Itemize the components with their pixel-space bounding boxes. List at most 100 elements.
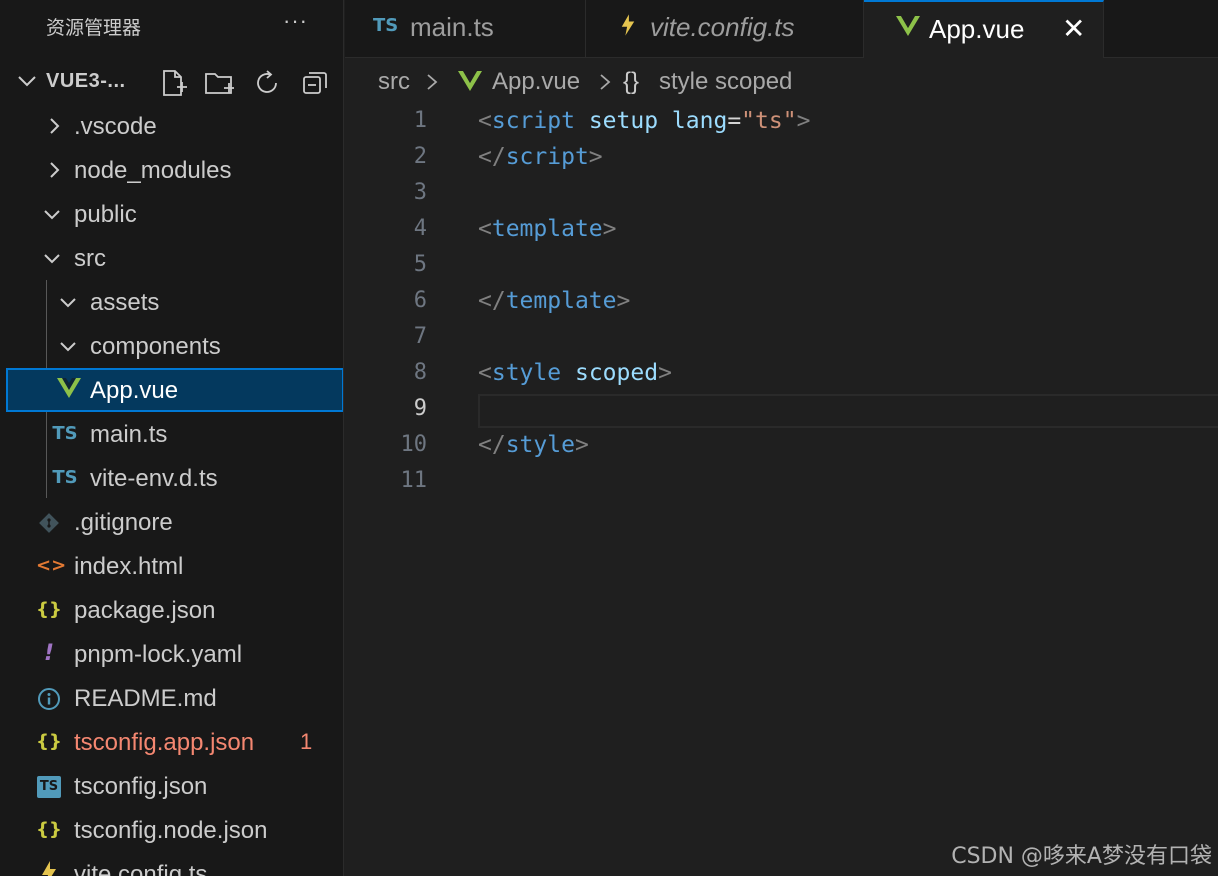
new-folder-icon[interactable]	[204, 68, 234, 98]
tree-item-label: .vscode	[74, 113, 157, 140]
tree-folder-components[interactable]: components	[0, 324, 343, 368]
code-token: lang	[671, 108, 728, 134]
collapse-all-icon[interactable]	[300, 68, 330, 98]
braces-icon: {}	[623, 68, 640, 95]
code-text: </style>	[478, 432, 589, 458]
code-token: >	[658, 360, 672, 386]
vue-icon	[896, 16, 920, 36]
tab-label: vite.config.ts	[650, 12, 795, 42]
code-token: </	[478, 288, 506, 314]
close-icon[interactable]: ✕	[1062, 12, 1085, 45]
json-icon: {}	[36, 731, 62, 752]
watermark: CSDN @哆来A梦没有口袋	[951, 844, 1212, 869]
line-number: 6	[413, 288, 427, 313]
code-line[interactable]: 11	[345, 466, 1218, 502]
code-line[interactable]: 2 </script>	[345, 142, 1218, 178]
code-text: <template>	[478, 216, 617, 242]
code-token: >	[796, 108, 811, 134]
tree-file-tsconfig-app[interactable]: {} tsconfig.app.json 1	[0, 720, 343, 764]
code-line[interactable]: 3	[345, 178, 1218, 214]
chevron-down-icon	[44, 210, 60, 220]
breadcrumb-symbol[interactable]: style scoped	[659, 68, 792, 96]
code-line[interactable]: 6 </template>	[345, 286, 1218, 322]
typescript-icon: TS	[373, 15, 399, 36]
json-icon: {}	[36, 819, 62, 840]
more-actions-icon[interactable]: ···	[283, 8, 308, 34]
tree-item-label: package.json	[74, 597, 216, 624]
json-icon: {}	[36, 599, 62, 620]
explorer-title: 资源管理器	[46, 17, 142, 39]
current-line-highlight	[478, 394, 1218, 428]
code-token: >	[602, 216, 617, 242]
tree-item-label: tsconfig.app.json	[74, 729, 255, 756]
code-token: template	[491, 216, 603, 242]
code-token: =	[727, 108, 742, 134]
tree-folder-vscode[interactable]: .vscode	[0, 104, 343, 148]
code-token: script	[491, 108, 575, 134]
chevron-down-icon	[60, 298, 76, 308]
tree-file-package-json[interactable]: {} package.json	[0, 588, 343, 632]
typescript-icon: TS	[52, 467, 78, 488]
tab-label: main.ts	[410, 12, 494, 42]
chevron-down-icon	[44, 254, 60, 264]
project-name: VUE3-...	[46, 70, 126, 92]
code-editor[interactable]: 1 <script setup lang="ts"> 2 </script> 3 4 <te…	[345, 106, 1218, 876]
tree-item-label: index.html	[74, 553, 184, 580]
tree-file-gitignore[interactable]: .gitignore	[0, 500, 343, 544]
code-token: style	[491, 360, 562, 386]
code-token: script	[505, 144, 589, 170]
code-line[interactable]: 7	[345, 322, 1218, 358]
tree-item-label: public	[74, 201, 137, 228]
tree-file-tsconfig-node[interactable]: {} tsconfig.node.json	[0, 808, 343, 852]
tab-app-vue[interactable]: App.vue ✕	[864, 0, 1104, 58]
breadcrumb-folder[interactable]: src	[378, 68, 410, 96]
code-text: <style scoped>	[478, 360, 672, 386]
yaml-icon: !	[43, 641, 55, 666]
code-line[interactable]: 10 </style>	[345, 430, 1218, 466]
code-line[interactable]: 8 <style scoped>	[345, 358, 1218, 394]
code-token: >	[588, 144, 603, 170]
tree-file-index-html[interactable]: <> index.html	[0, 544, 343, 588]
line-number: 9	[413, 396, 427, 421]
lightning-icon	[42, 861, 56, 876]
code-token: "ts"	[741, 108, 797, 134]
code-token: <	[478, 360, 492, 386]
project-header[interactable]: VUE3-...	[0, 60, 343, 104]
tree-item-label: tsconfig.node.json	[74, 817, 268, 844]
tree-file-vite-config[interactable]: vite.config.ts	[0, 852, 343, 876]
breadcrumb-file[interactable]: App.vue	[492, 68, 580, 96]
code-line[interactable]: 9	[345, 394, 1218, 430]
code-token: <	[478, 108, 492, 134]
line-number: 7	[413, 324, 427, 349]
tree-file-pnpm-lock[interactable]: ! pnpm-lock.yaml	[0, 632, 343, 676]
code-token: </	[478, 144, 506, 170]
tree-item-label: App.vue	[90, 377, 179, 404]
line-number: 4	[413, 216, 427, 241]
code-line[interactable]: 4 <template>	[345, 214, 1218, 250]
tree-item-label: vite-env.d.ts	[90, 465, 218, 492]
tree-folder-src[interactable]: src	[0, 236, 343, 280]
chevron-right-icon	[600, 74, 611, 90]
line-number: 5	[413, 252, 427, 277]
problem-count-badge: 1	[300, 729, 313, 754]
tree-folder-assets[interactable]: assets	[0, 280, 343, 324]
refresh-icon[interactable]	[252, 68, 282, 98]
new-file-icon[interactable]	[158, 68, 188, 98]
tree-item-label: src	[74, 245, 106, 272]
tree-file-tsconfig[interactable]: TS tsconfig.json	[0, 764, 343, 808]
code-line[interactable]: 5	[345, 250, 1218, 286]
tree-file-readme[interactable]: README.md	[0, 676, 343, 720]
tree-folder-public[interactable]: public	[0, 192, 343, 236]
line-number: 11	[400, 468, 428, 493]
tab-main-ts[interactable]: TS main.ts	[345, 0, 586, 58]
tree-folder-node-modules[interactable]: node_modules	[0, 148, 343, 192]
code-line[interactable]: 1 <script setup lang="ts">	[345, 106, 1218, 142]
tree-file-app-vue[interactable]: App.vue	[6, 368, 343, 412]
tree-file-main-ts[interactable]: TS main.ts	[0, 412, 343, 456]
tab-vite-config[interactable]: vite.config.ts	[586, 0, 864, 58]
tree-file-vite-env[interactable]: TS vite-env.d.ts	[0, 456, 343, 500]
chevron-down-icon	[60, 342, 76, 352]
tree-item-label: components	[90, 333, 221, 360]
chevron-right-icon	[50, 118, 60, 134]
